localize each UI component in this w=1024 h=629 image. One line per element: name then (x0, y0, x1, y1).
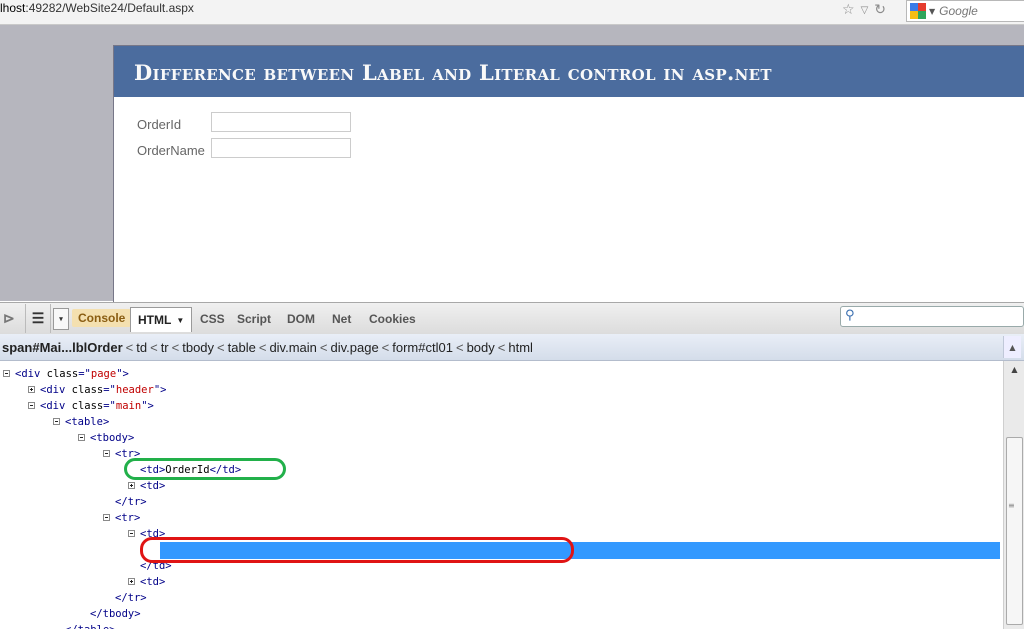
breadcrumb-path: span#Mai...lblOrder < td < tr < tbody < table < di… (2, 340, 533, 355)
google-logo-icon[interactable] (910, 3, 926, 19)
collapse-toggle-icon[interactable] (53, 417, 60, 425)
url-text[interactable]: lhost:49282/WebSite24/Default.aspx (0, 1, 194, 15)
breadcrumb-item[interactable]: html (508, 340, 533, 355)
collapse-toggle-icon[interactable] (78, 433, 85, 441)
breadcrumb-separator: < (497, 340, 506, 355)
tree-node[interactable]: <tbody> (78, 430, 134, 446)
breadcrumb-scroll-icon[interactable]: ▲ (1003, 336, 1021, 358)
expand-toggle-icon[interactable] (128, 481, 135, 489)
scrollbar-thumb[interactable] (1006, 437, 1023, 625)
scroll-up-icon[interactable]: ▲ (1004, 361, 1024, 378)
breadcrumb-item[interactable]: div.page (330, 340, 378, 355)
page-title: Difference between Label and Literal con… (134, 60, 772, 85)
breadcrumb-item[interactable]: form#ctl01 (392, 340, 453, 355)
firebug-menu-icon[interactable]: ☰ (25, 304, 51, 333)
tree-node[interactable]: </tbody> (78, 606, 141, 622)
scrollbar-grip-icon: ≡ (1008, 501, 1015, 510)
search-engine-box[interactable]: ▼ Google (906, 0, 1024, 22)
tab-html-label: HTML (138, 313, 172, 327)
toggle-spacer (53, 626, 60, 629)
breadcrumb-separator: < (381, 340, 390, 355)
page-header: Difference between Label and Literal con… (114, 46, 1024, 97)
tree-node[interactable]: <td> (128, 478, 165, 494)
collapse-toggle-icon[interactable] (3, 369, 10, 377)
tab-dom[interactable]: DOM (287, 303, 315, 334)
tree-node[interactable]: <div class="page"> (3, 366, 129, 382)
reload-icon[interactable]: ↻ (874, 2, 886, 18)
breadcrumb-separator: < (258, 340, 267, 355)
toggle-spacer (103, 498, 110, 505)
tree-node[interactable]: </tr> (103, 590, 147, 606)
breadcrumb-item[interactable]: table (228, 340, 256, 355)
html-tree-panel[interactable]: <div class="page"> <div class="header"> <d… (0, 361, 1003, 629)
breadcrumb-item[interactable]: td (136, 340, 147, 355)
tree-node[interactable]: <tr> (103, 510, 140, 526)
tree-node[interactable]: <table> (53, 414, 109, 430)
expand-toggle-icon[interactable] (28, 385, 35, 393)
tree-node[interactable]: </table> (53, 622, 116, 629)
breadcrumb-item[interactable]: span#Mai...lblOrder (2, 340, 123, 355)
tree-node[interactable]: <div class="header"> (28, 382, 166, 398)
tree-scrollbar[interactable]: ▲ ≡ (1003, 361, 1024, 629)
collapse-toggle-icon[interactable] (28, 401, 35, 409)
history-dropdown-icon[interactable]: ▽ (861, 5, 869, 16)
breadcrumb-separator: < (150, 340, 158, 355)
breadcrumb-separator: < (217, 340, 225, 355)
breadcrumb-separator: < (125, 340, 134, 355)
expand-toggle-icon[interactable] (128, 577, 135, 585)
collapse-toggle-icon[interactable] (103, 513, 110, 521)
green-annotation-ring (124, 458, 286, 480)
firebug-dropdown-icon[interactable]: ▾ (53, 308, 69, 330)
tab-html[interactable]: HTML ▼ (130, 307, 193, 332)
toggle-spacer (103, 594, 110, 601)
search-engine-placeholder: Google (939, 4, 978, 18)
red-annotation-ring (140, 537, 574, 563)
search-icon: ⚲ (845, 308, 855, 323)
collapse-toggle-icon[interactable] (128, 529, 135, 537)
breadcrumb-item[interactable]: tbody (182, 340, 214, 355)
breadcrumb-separator: < (319, 340, 328, 355)
page-container: Difference between Label and Literal con… (113, 45, 1024, 302)
collapse-toggle-icon[interactable] (103, 449, 110, 457)
ordername-label: OrderName (137, 143, 205, 158)
tree-node[interactable]: <td> (128, 574, 165, 590)
breadcrumb-item[interactable]: tr (161, 340, 169, 355)
bookmark-star-icon[interactable]: ☆ (842, 2, 855, 18)
tab-html-dropdown-icon[interactable]: ▼ (176, 316, 184, 325)
breadcrumb-item[interactable]: div.main (269, 340, 316, 355)
tab-net[interactable]: Net (332, 303, 351, 334)
breadcrumb-separator: < (455, 340, 464, 355)
toggle-spacer (128, 562, 135, 569)
tab-css[interactable]: CSS (200, 303, 225, 334)
ordername-input[interactable] (211, 138, 351, 158)
orderid-input[interactable] (211, 112, 351, 132)
search-engine-dropdown-icon[interactable]: ▼ (929, 7, 935, 16)
address-bar[interactable]: lhost:49282/WebSite24/Default.aspx ☆ ▽ ↻… (0, 0, 1024, 25)
firebug-search-input[interactable]: ⚲ (840, 306, 1024, 327)
tree-node[interactable]: </tr> (103, 494, 147, 510)
breadcrumb-separator: < (171, 340, 180, 355)
tab-script[interactable]: Script (237, 303, 271, 334)
address-bar-icons: ☆ ▽ ↻ (842, 0, 886, 20)
element-breadcrumb: span#Mai...lblOrder < td < tr < tbody < table < di… (0, 334, 1024, 361)
orderid-label: OrderId (137, 117, 182, 132)
tab-console[interactable]: Console (72, 309, 132, 327)
tab-cookies[interactable]: Cookies (369, 303, 416, 334)
toggle-spacer (78, 610, 85, 617)
tree-node[interactable]: <div class="main"> (28, 398, 154, 414)
inspect-arrow-icon[interactable]: ⊳ (3, 303, 15, 334)
breadcrumb-item[interactable]: body (467, 340, 495, 355)
